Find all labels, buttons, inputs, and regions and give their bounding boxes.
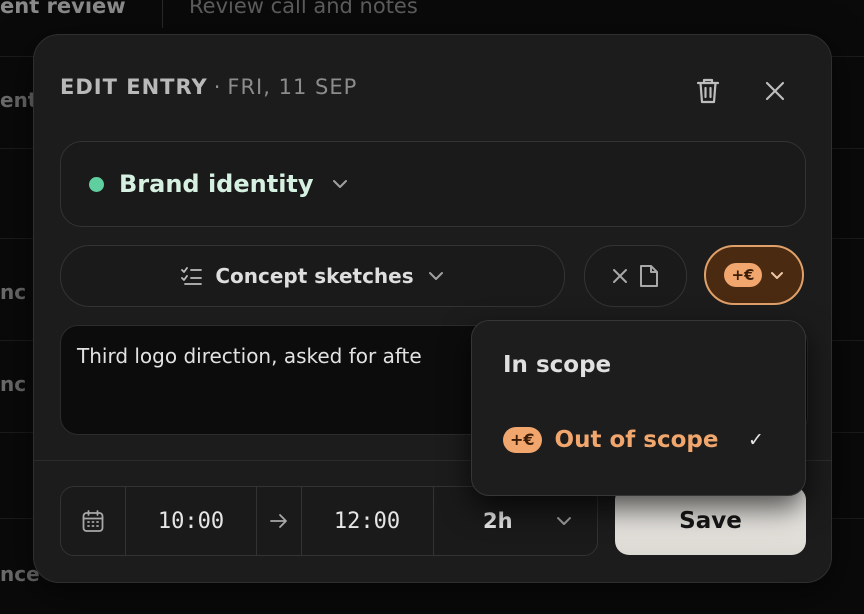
- arrow-right-icon: [270, 514, 287, 528]
- chevron-down-icon: [428, 272, 443, 280]
- close-button[interactable]: [755, 71, 795, 111]
- bg-fragment: ent: [0, 88, 38, 112]
- dialog-title: EDIT ENTRY: [60, 75, 208, 99]
- calendar-icon: [82, 510, 104, 532]
- out-of-scope-badge: +€: [503, 427, 542, 453]
- end-time: 12:00: [333, 508, 401, 534]
- project-label: Brand identity: [119, 170, 314, 198]
- bg-fragment: nc: [0, 372, 27, 396]
- bg-fragment: nc: [0, 280, 27, 304]
- delete-button[interactable]: [688, 71, 728, 111]
- entry-date: FRI, 11 SEP: [227, 75, 358, 99]
- edit-entry-dialog: EDIT ENTRY · FRI, 11 SEP Brand identity Co…: [33, 34, 832, 583]
- date-picker-button[interactable]: [61, 487, 125, 555]
- chevron-down-icon: [770, 271, 783, 279]
- bg-divider: [162, 0, 163, 28]
- duration-selector[interactable]: 2h: [434, 487, 597, 555]
- menu-item-in-scope[interactable]: In scope: [503, 352, 611, 378]
- clear-document-button[interactable]: [584, 245, 687, 307]
- start-time: 10:00: [157, 508, 225, 534]
- checkmark-icon: ✓: [748, 429, 764, 451]
- chevron-down-icon: [332, 180, 347, 188]
- trash-icon: [696, 78, 720, 104]
- menu-item-out-of-scope[interactable]: +€ Out of scope: [503, 427, 718, 453]
- project-selector[interactable]: Brand identity: [60, 141, 806, 227]
- clear-icon: [612, 269, 627, 283]
- task-selector[interactable]: Concept sketches: [60, 245, 565, 307]
- chevron-down-icon: [556, 517, 571, 525]
- checklist-icon: [181, 267, 203, 285]
- notes-text: Third logo direction, asked for afte: [77, 344, 422, 368]
- scope-menu: In scope +€ Out of scope ✓: [471, 320, 806, 496]
- end-time-input[interactable]: 12:00: [302, 487, 432, 555]
- bg-row-title: ent review: [0, 0, 126, 18]
- document-icon: [639, 265, 658, 287]
- dialog-header: EDIT ENTRY · FRI, 11 SEP: [60, 75, 357, 99]
- save-button[interactable]: Save: [615, 486, 806, 555]
- scope-toggle-button[interactable]: +€: [704, 245, 804, 305]
- task-label: Concept sketches: [215, 264, 414, 288]
- project-color-dot: [89, 176, 104, 192]
- title-separator: ·: [213, 75, 222, 99]
- bg-row-description: Review call and notes: [189, 0, 418, 18]
- time-range-bar: 10:00 12:00 2h: [60, 486, 598, 556]
- time-arrow: [257, 487, 301, 555]
- out-of-scope-badge: +€: [724, 263, 762, 287]
- menu-item-label: Out of scope: [554, 427, 719, 453]
- duration-value: 2h: [483, 509, 513, 533]
- start-time-input[interactable]: 10:00: [126, 487, 256, 555]
- close-icon: [765, 81, 785, 101]
